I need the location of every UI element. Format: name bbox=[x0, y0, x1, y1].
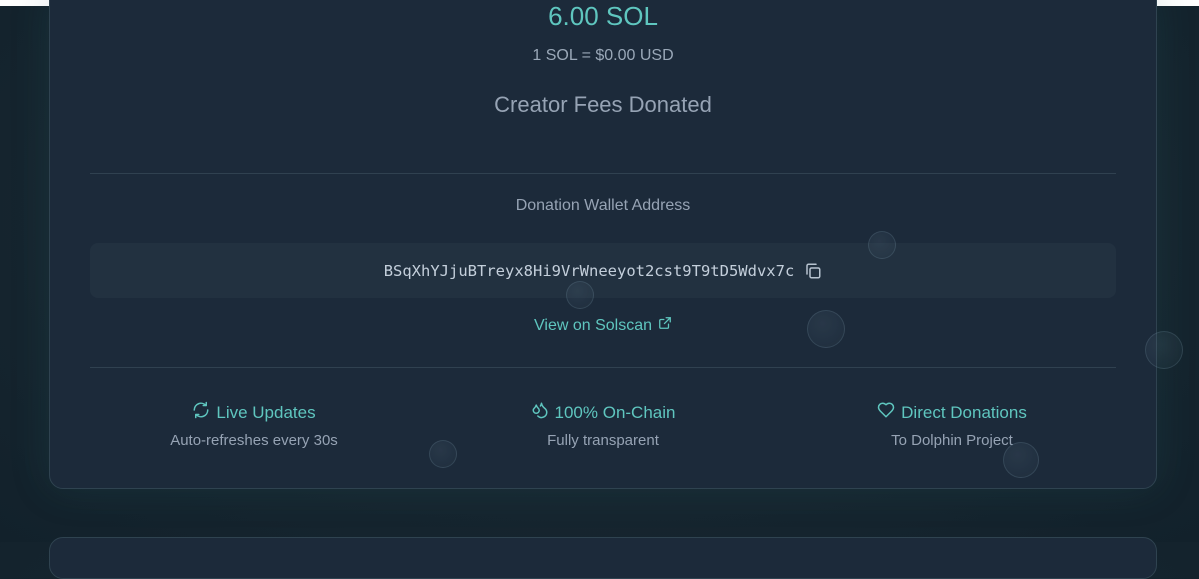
bubble-decoration bbox=[807, 310, 845, 348]
wallet-address: BSqXhYJjuBTreyx8Hi9VrWneeyot2cst9T9tD5Wd… bbox=[383, 261, 795, 280]
bubble-decoration bbox=[566, 281, 594, 309]
bubble-decoration bbox=[429, 440, 457, 468]
solscan-link-label: View on Solscan bbox=[534, 316, 652, 334]
feature-live-updates: Live Updates Auto-refreshes every 30s bbox=[104, 401, 404, 449]
feature-title: 100% On-Chain bbox=[554, 402, 676, 422]
feature-description: Fully transparent bbox=[547, 432, 659, 449]
divider bbox=[90, 173, 1116, 174]
view-on-solscan-link[interactable]: View on Solscan bbox=[534, 316, 672, 335]
feature-title: Live Updates bbox=[216, 402, 316, 422]
copy-icon[interactable] bbox=[804, 262, 822, 280]
feature-description: Auto-refreshes every 30s bbox=[170, 432, 338, 449]
bubble-decoration bbox=[1003, 442, 1039, 478]
donation-card: 6.00 SOL 1 SOL = $0.00 USD Creator Fees … bbox=[49, 0, 1157, 489]
feature-direct-donations: Direct Donations To Dolphin Project bbox=[802, 401, 1102, 449]
refresh-icon bbox=[192, 401, 210, 424]
wallet-label: Donation Wallet Address bbox=[515, 197, 691, 214]
heart-icon bbox=[877, 401, 895, 424]
feature-title: Direct Donations bbox=[901, 402, 1027, 422]
next-card bbox=[49, 537, 1157, 579]
exchange-rate: 1 SOL = $0.00 USD bbox=[532, 47, 674, 64]
feature-description: To Dolphin Project bbox=[891, 432, 1013, 449]
donation-subtitle: Creator Fees Donated bbox=[494, 92, 712, 117]
droplets-icon bbox=[531, 401, 549, 424]
external-link-icon bbox=[658, 316, 672, 335]
bubble-decoration bbox=[1145, 331, 1183, 369]
wallet-address-box: BSqXhYJjuBTreyx8Hi9VrWneeyot2cst9T9tD5Wd… bbox=[90, 243, 1116, 298]
donated-amount: 6.00 SOL bbox=[548, 1, 658, 31]
divider bbox=[90, 367, 1116, 368]
feature-on-chain: 100% On-Chain Fully transparent bbox=[453, 401, 753, 449]
bubble-decoration bbox=[868, 231, 896, 259]
